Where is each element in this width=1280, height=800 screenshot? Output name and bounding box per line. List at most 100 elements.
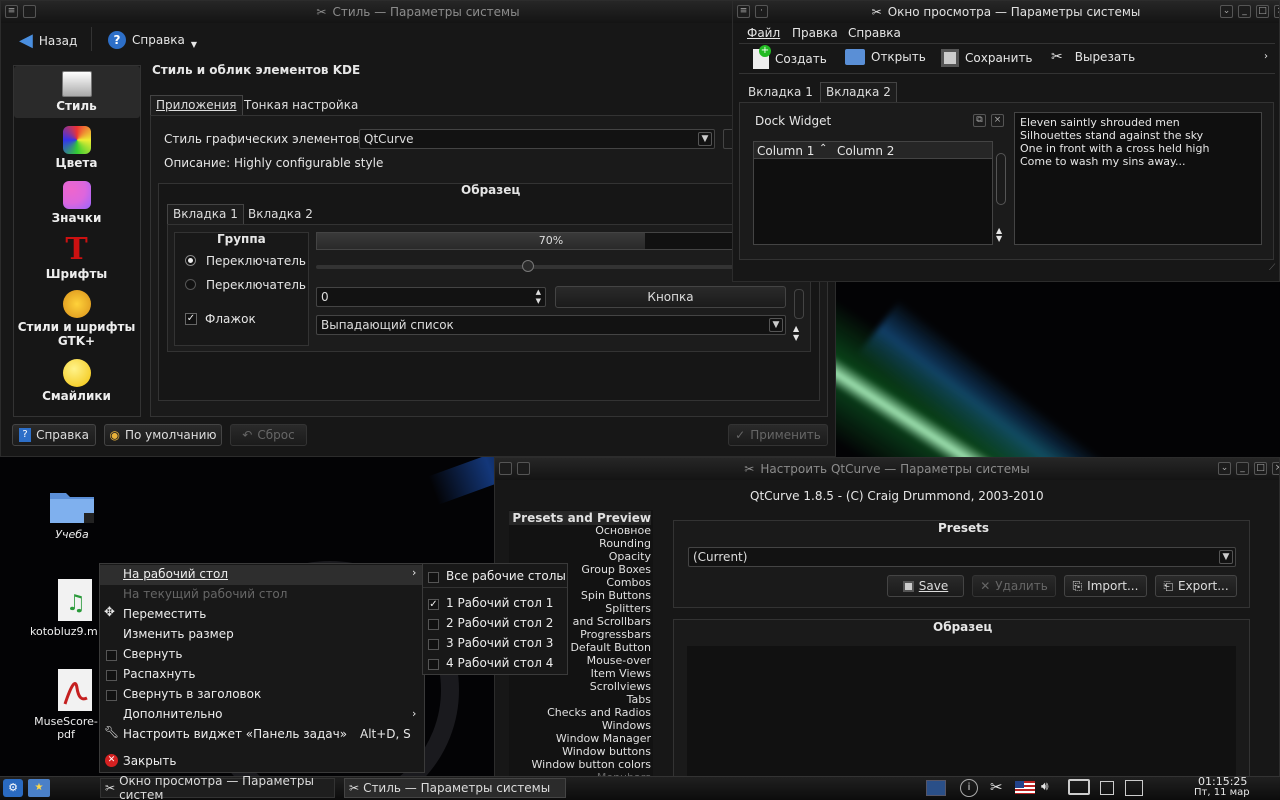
desktop-icon-pdf[interactable]: MuseScore-pdf (30, 668, 102, 741)
toolbar-save-button[interactable]: Сохранить (941, 49, 1033, 67)
sidebar-item-fonts[interactable]: T Шрифты (13, 235, 140, 282)
sample-tab-1[interactable]: Вкладка 1 (167, 204, 244, 224)
close-button[interactable]: × (1274, 5, 1279, 18)
category-item[interactable]: Tabs (509, 693, 651, 706)
resize-grip-icon[interactable]: ⟋ (1269, 263, 1275, 273)
spin-arrows-icon[interactable]: ▲ ▼ (536, 288, 541, 306)
toolbar-open-button[interactable]: Открыть (845, 49, 926, 65)
desktop-icon-audio[interactable]: ♫ kotobluz9.m (30, 578, 102, 638)
radio-2[interactable] (185, 279, 196, 290)
maximize-button[interactable]: □ (1256, 5, 1269, 18)
widget-style-combo[interactable]: QtCurve ▼ (359, 129, 715, 149)
sidebar-item-colors[interactable]: Цвета (13, 126, 140, 170)
sub-desktop-1-check[interactable]: ✓ (428, 599, 439, 610)
category-item[interactable]: Window Manager (509, 732, 651, 745)
window-menu-button[interactable]: ≡ (5, 5, 18, 18)
sticky-button[interactable] (23, 5, 36, 18)
sticky-button[interactable]: · (755, 5, 768, 18)
preset-combo[interactable]: (Current) ▼ (688, 547, 1236, 567)
ctx-to-current-desktop[interactable]: На текущий рабочий стол (123, 587, 287, 601)
sub-desktop-2[interactable]: 2 Рабочий стол 2 (446, 616, 553, 630)
menu-file[interactable]: Файл (747, 26, 780, 40)
preset-import-button[interactable]: ⎘ Import... (1064, 575, 1147, 597)
ctx-close[interactable]: Закрыть (123, 754, 176, 768)
sub-desktop-3[interactable]: 3 Рабочий стол 3 (446, 636, 553, 650)
defaults-button[interactable]: ◉ По умолчанию (104, 424, 222, 446)
dock-close-button[interactable]: × (991, 114, 1004, 127)
sidebar-item-emoticons[interactable]: Смайлики (13, 359, 140, 403)
sub-desktop-3-check[interactable] (428, 639, 439, 650)
category-item[interactable]: Scrollviews (509, 680, 651, 693)
sub-all-desktops[interactable]: Все рабочие столы (446, 569, 566, 583)
network-icon[interactable] (1125, 780, 1143, 796)
ctx-more[interactable]: Дополнительно (123, 707, 223, 721)
ctx-to-desktop[interactable]: На рабочий стол (123, 567, 228, 581)
toolbar-cut-button[interactable]: ✂ Вырезать (1051, 49, 1135, 65)
sub-desktop-1[interactable]: 1 Рабочий стол 1 (446, 596, 553, 610)
minimize-button[interactable]: _ (1238, 5, 1251, 18)
sticky-button[interactable] (517, 462, 530, 475)
tab-applications[interactable]: Приложения (150, 95, 243, 115)
radio-1[interactable] (185, 255, 196, 266)
keyboard-layout-flag-icon[interactable] (1015, 781, 1035, 794)
shade-button[interactable]: ⌄ (1220, 5, 1233, 18)
toolbar-new-button[interactable]: + Создать (753, 45, 827, 69)
info-icon[interactable]: i (960, 779, 978, 797)
sub-desktop-4[interactable]: 4 Рабочий стол 4 (446, 656, 553, 670)
ctx-minimize-check[interactable] (106, 650, 117, 661)
window-menu-button[interactable]: ≡ (737, 5, 750, 18)
preview-tab-2[interactable]: Вкладка 2 (820, 82, 897, 102)
sample-dropdown[interactable]: Выпадающий список ▼ (316, 315, 786, 335)
toolbar-extension-icon[interactable]: › (1264, 51, 1268, 62)
menu-help[interactable]: Справка (848, 26, 901, 40)
pager-icon[interactable] (926, 780, 946, 796)
tab-fine-tuning[interactable]: Тонкая настройка (239, 96, 363, 116)
back-button[interactable]: ◀ Назад (19, 30, 77, 51)
task-style-window[interactable]: ✂ Стиль — Параметры системы (344, 778, 566, 798)
category-selected[interactable]: Presets and Preview (509, 511, 651, 525)
ctx-maximize-check[interactable] (106, 670, 117, 681)
sub-all-check[interactable] (428, 572, 439, 583)
sidebar-item-style[interactable]: Стиль (13, 71, 140, 113)
sidebar-item-gtk[interactable]: Стили и шрифты GTK+ (13, 290, 140, 348)
window-menu-button[interactable] (499, 462, 512, 475)
ctx-resize[interactable]: Изменить размер (123, 627, 234, 641)
qtcurve-window-titlebar[interactable]: ✂ Настроить QtCurve — Параметры системы … (495, 458, 1279, 480)
category-item[interactable]: Window buttons (509, 745, 651, 758)
volume-icon[interactable]: 🔊︎ (1041, 779, 1049, 794)
preview-window-titlebar[interactable]: ≡ · ✂ Окно просмотра — Параметры системы… (733, 1, 1279, 23)
preset-save-button[interactable]: Save (887, 575, 964, 597)
reset-button[interactable]: ↶ Сброс (230, 424, 307, 446)
footer-help-button[interactable]: ? Справка (12, 424, 96, 446)
close-button[interactable]: × (1272, 462, 1279, 475)
ctx-shade-check[interactable] (106, 690, 117, 701)
checkbox[interactable]: ✓ (185, 313, 197, 325)
sub-desktop-2-check[interactable] (428, 619, 439, 630)
preset-export-button[interactable]: ⎗ Export... (1155, 575, 1237, 597)
task-preview-window[interactable]: ✂ Окно просмотра — Параметры систем (100, 774, 335, 800)
help-menu-button[interactable]: ? Справка ▼ (108, 30, 197, 49)
category-item[interactable]: Rounding (509, 537, 651, 550)
desktop-icon-folder[interactable]: Учеба (40, 485, 104, 541)
ctx-maximize[interactable]: Распахнуть (123, 667, 196, 681)
category-item[interactable]: Windows (509, 719, 651, 732)
ctx-configure-taskbar[interactable]: Настроить виджет «Панель задач» (123, 727, 347, 741)
spin-box[interactable]: 0 ▲ ▼ (316, 287, 546, 307)
sub-desktop-4-check[interactable] (428, 659, 439, 670)
dolphin-icon[interactable]: ★ (28, 779, 50, 797)
apply-button[interactable]: ✓ Применить (728, 424, 828, 446)
category-item[interactable]: Window button colors (509, 758, 651, 771)
sample-button[interactable]: Кнопка (555, 286, 786, 308)
category-item[interactable]: Основное (509, 524, 651, 537)
notifications-icon[interactable] (1100, 781, 1114, 795)
shade-button[interactable]: ⌄ (1218, 462, 1231, 475)
menu-edit[interactable]: Правка (792, 26, 838, 40)
minimize-button[interactable]: _ (1236, 462, 1249, 475)
category-item[interactable]: Opacity (509, 550, 651, 563)
tree-scrollbar[interactable]: ▲ ▼ (995, 141, 1007, 245)
dock-float-button[interactable]: ⧉ (973, 114, 986, 127)
maximize-button[interactable]: □ (1254, 462, 1267, 475)
slider[interactable] (316, 260, 786, 272)
ctx-minimize[interactable]: Свернуть (123, 647, 182, 661)
column-header-2[interactable]: Column 2 (837, 144, 894, 158)
